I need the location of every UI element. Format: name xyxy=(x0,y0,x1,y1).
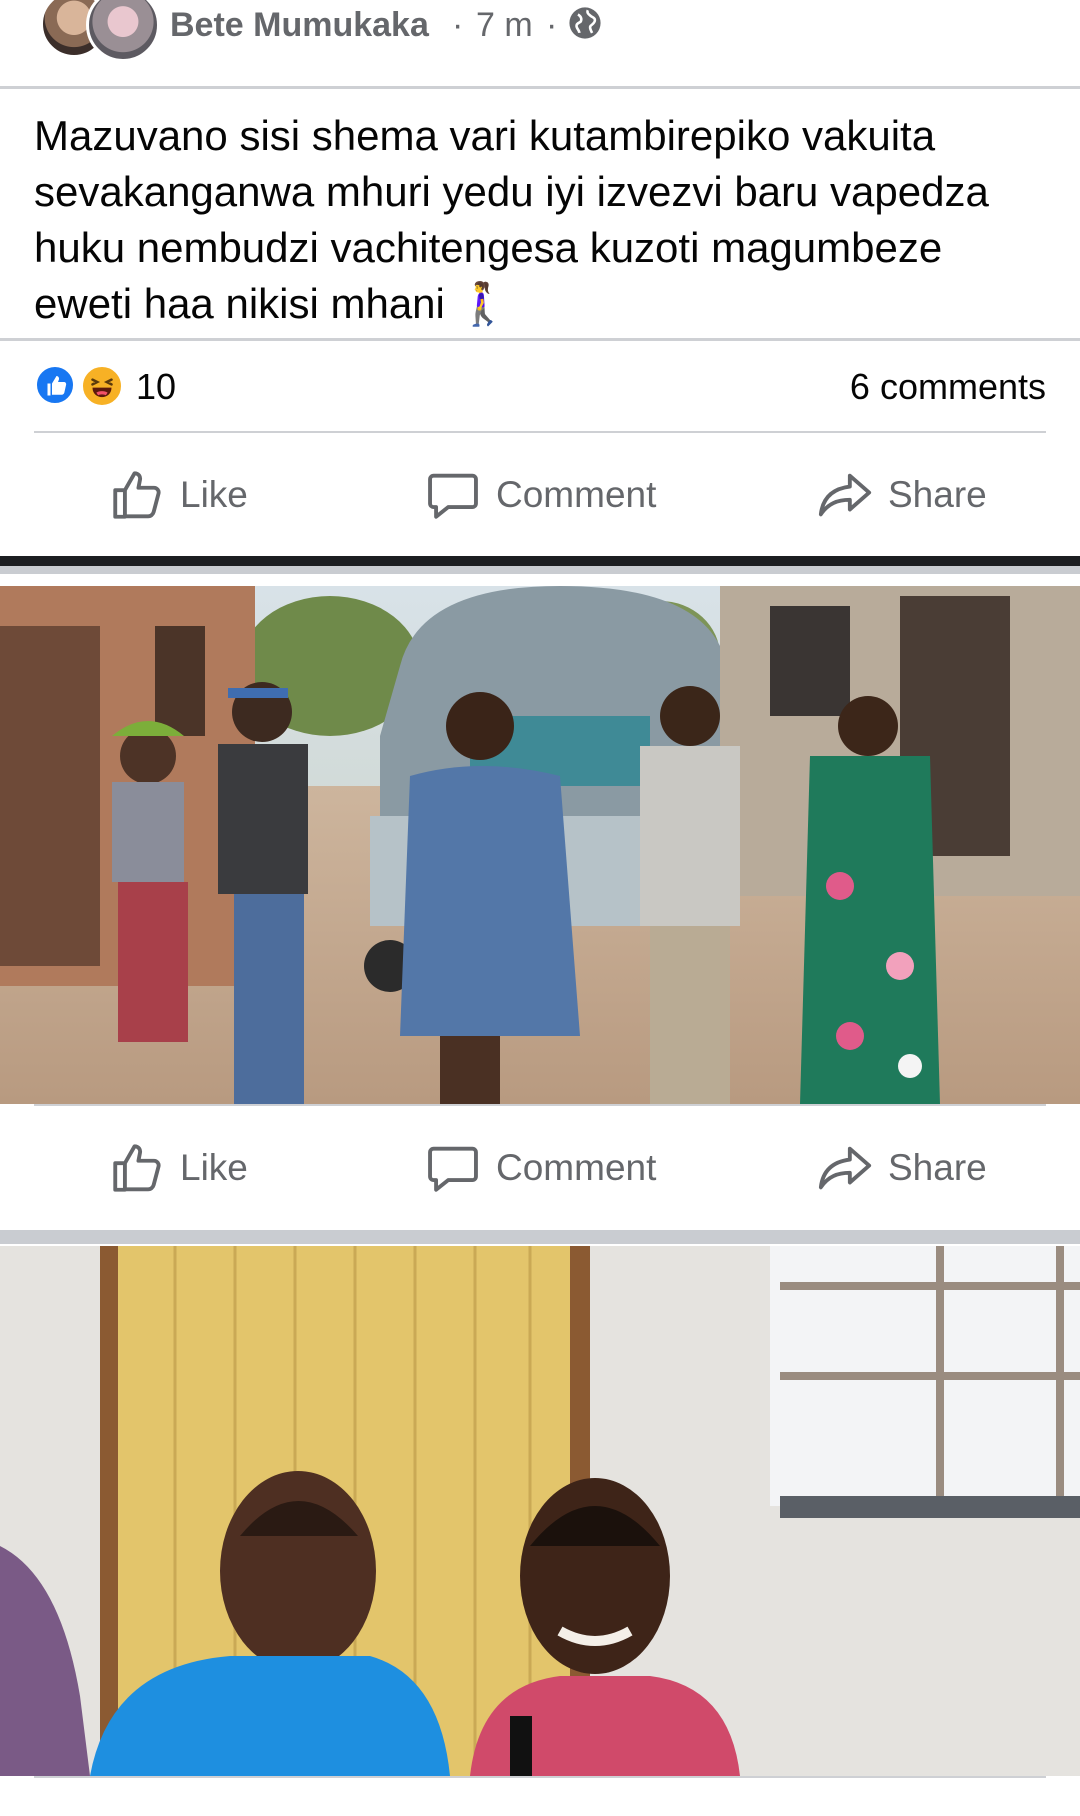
profile-avatar[interactable] xyxy=(86,0,160,62)
separator-dot: · xyxy=(546,6,558,44)
photo-comment-button[interactable]: Comment xyxy=(424,1133,656,1203)
photo-like-button[interactable]: Like xyxy=(108,1133,248,1203)
photo-share-button[interactable]: Share xyxy=(816,1133,987,1203)
author-name[interactable]: Bete Mumukaka xyxy=(170,6,429,45)
text-divider xyxy=(0,338,1080,341)
like-button[interactable]: Like xyxy=(108,460,248,530)
like-label: Like xyxy=(180,474,248,515)
share-arrow-icon xyxy=(818,473,872,517)
share-label: Share xyxy=(888,474,987,515)
post-photo-2[interactable] xyxy=(0,1246,1080,1776)
thumbs-up-icon xyxy=(113,1144,161,1192)
photo-1-divider xyxy=(34,1104,1046,1106)
comments-count[interactable]: 6 comments xyxy=(850,366,1046,408)
comment-button[interactable]: Comment xyxy=(424,460,656,530)
reactions-count[interactable]: 10 xyxy=(136,366,176,408)
post-header: Bete Mumukaka · 7 m · xyxy=(0,0,1080,88)
like-reaction-icon[interactable] xyxy=(34,364,76,406)
share-arrow-icon xyxy=(818,1146,872,1190)
post-text: Mazuvano sisi shema vari kutambirepiko v… xyxy=(34,112,989,327)
section-separator-shade xyxy=(0,566,1080,574)
header-divider xyxy=(0,86,1080,89)
speech-bubble-icon xyxy=(428,473,478,519)
comment-label: Comment xyxy=(496,474,657,515)
comment-label: Comment xyxy=(496,1147,657,1188)
photo-2-divider xyxy=(34,1776,1046,1778)
post-photo-1[interactable] xyxy=(0,586,1080,1104)
share-button[interactable]: Share xyxy=(816,460,987,530)
haha-reaction-icon[interactable] xyxy=(80,364,124,408)
globe-icon[interactable] xyxy=(568,6,602,40)
reactions-divider xyxy=(34,431,1046,433)
share-label: Share xyxy=(888,1147,987,1188)
speech-bubble-icon xyxy=(428,1146,478,1192)
thumbs-up-icon xyxy=(113,471,161,519)
like-label: Like xyxy=(180,1147,248,1188)
separator-dot: · xyxy=(452,6,464,44)
post-time[interactable]: 7 m xyxy=(476,6,533,45)
section-separator-2 xyxy=(0,1230,1080,1244)
